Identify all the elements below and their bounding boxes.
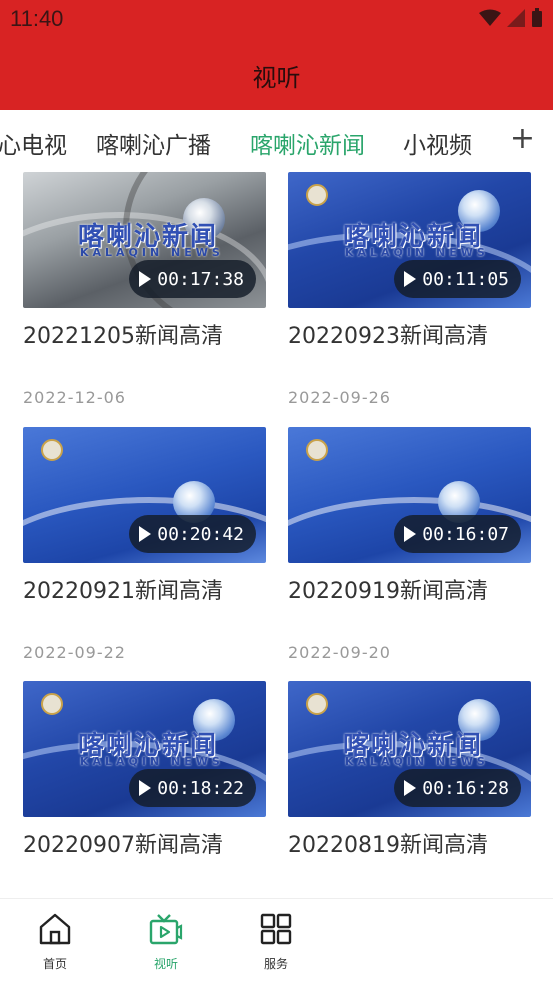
nav-services[interactable]: 服务: [236, 913, 316, 972]
play-icon: [139, 780, 152, 796]
play-icon: [404, 780, 417, 796]
video-title[interactable]: 20220919新闻高清: [288, 573, 488, 605]
duration-badge: 00:11:05: [394, 260, 521, 298]
video-thumbnail[interactable]: 喀喇沁新闻 KALAQIN NEWS 00:11:05: [288, 172, 531, 308]
category-tabs: 心电视 喀喇沁广播 喀喇沁新闻 小视频 +: [0, 110, 553, 172]
app-header: 视听: [0, 38, 553, 110]
grid-icon: [260, 913, 292, 945]
channel-logo-icon: [41, 439, 63, 461]
duration-text: 00:16:28: [422, 777, 509, 799]
tab-short-video[interactable]: 小视频: [403, 126, 472, 160]
play-icon: [139, 526, 152, 542]
play-icon: [139, 271, 152, 287]
video-date: 2022-09-26: [288, 388, 391, 407]
video-thumbnail[interactable]: 喀喇沁新闻 KALAQIN NEWS 00:17:38: [23, 172, 266, 308]
duration-badge: 00:16:28: [394, 769, 521, 807]
nav-home[interactable]: 首页: [15, 913, 95, 972]
tab-tv[interactable]: 心电视: [0, 126, 67, 160]
home-icon: [39, 913, 71, 945]
video-thumbnail[interactable]: 00:16:07: [288, 427, 531, 563]
duration-text: 00:17:38: [157, 268, 244, 290]
channel-logo-icon: [306, 184, 328, 206]
thumbnail-logo-subtitle: KALAQIN NEWS: [80, 755, 224, 768]
video-title[interactable]: 20220819新闻高清: [288, 827, 488, 859]
tab-news[interactable]: 喀喇沁新闻: [250, 126, 365, 160]
duration-text: 00:16:07: [422, 523, 509, 545]
channel-logo-icon: [306, 693, 328, 715]
video-thumbnail[interactable]: 喀喇沁新闻 KALAQIN NEWS 00:16:28: [288, 681, 531, 817]
play-icon: [404, 526, 417, 542]
nav-home-label: 首页: [42, 957, 67, 971]
nav-services-label: 服务: [263, 957, 288, 971]
duration-text: 00:20:42: [157, 523, 244, 545]
video-thumbnail[interactable]: 00:20:42: [23, 427, 266, 563]
status-time: 11:40: [10, 6, 64, 31]
video-thumbnail[interactable]: 喀喇沁新闻 KALAQIN NEWS 00:18:22: [23, 681, 266, 817]
nav-media-label: 视听: [153, 957, 178, 971]
duration-badge: 00:17:38: [129, 260, 256, 298]
duration-text: 00:18:22: [157, 777, 244, 799]
status-bar: 11:40: [0, 0, 553, 38]
thumbnail-logo-subtitle: KALAQIN NEWS: [345, 246, 489, 259]
video-date: 2022-09-22: [23, 643, 126, 662]
play-icon: [404, 271, 417, 287]
signal-icon: [507, 9, 525, 27]
wifi-icon: [479, 9, 501, 26]
video-title[interactable]: 20220923新闻高清: [288, 318, 488, 350]
video-title[interactable]: 20221205新闻高清: [23, 318, 223, 350]
battery-icon: [532, 8, 542, 27]
duration-badge: 00:16:07: [394, 515, 521, 553]
bottom-nav: 首页 视听 服务: [0, 898, 553, 985]
channel-logo-icon: [306, 439, 328, 461]
nav-media[interactable]: 视听: [126, 913, 206, 972]
duration-text: 00:11:05: [422, 268, 509, 290]
video-date: 2022-12-06: [23, 388, 126, 407]
video-title[interactable]: 20220907新闻高清: [23, 827, 223, 859]
status-icons: [479, 8, 543, 28]
channel-logo-icon: [41, 693, 63, 715]
tv-icon: [149, 914, 183, 945]
tab-radio[interactable]: 喀喇沁广播: [96, 126, 211, 160]
thumbnail-logo-subtitle: KALAQIN NEWS: [80, 246, 224, 259]
duration-badge: 00:18:22: [129, 769, 256, 807]
thumbnail-logo-subtitle: KALAQIN NEWS: [345, 755, 489, 768]
add-tab-icon[interactable]: +: [510, 124, 535, 154]
duration-badge: 00:20:42: [129, 515, 256, 553]
page-title: 视听: [252, 64, 301, 92]
video-date: 2022-09-20: [288, 643, 391, 662]
video-title[interactable]: 20220921新闻高清: [23, 573, 223, 605]
